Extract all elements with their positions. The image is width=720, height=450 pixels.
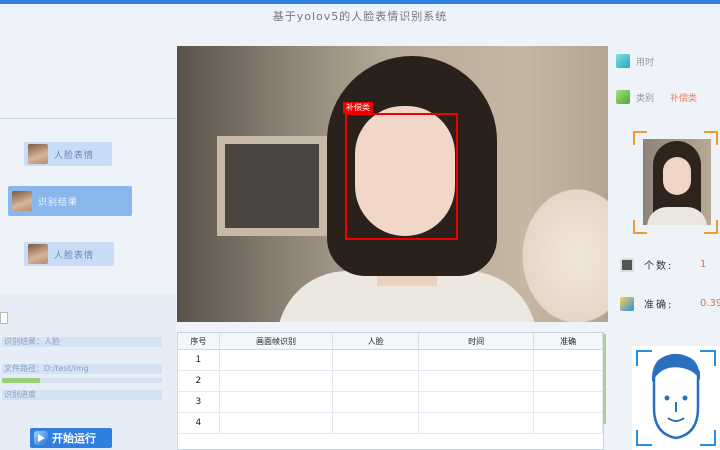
confidence-icon xyxy=(620,296,634,311)
clock-icon xyxy=(616,54,630,68)
app-title: 基于yolov5的人脸表情识别系统 xyxy=(272,10,448,23)
corner-mark xyxy=(700,430,716,446)
run-icon xyxy=(34,431,48,445)
table-cell xyxy=(220,350,334,370)
face-crop-preview xyxy=(633,131,718,234)
category-icon xyxy=(616,90,630,104)
table-cell xyxy=(534,392,603,412)
background-picture-frame xyxy=(217,136,327,236)
info-row-category: 类别 补偿类 xyxy=(616,90,697,104)
col-header[interactable]: 序号 xyxy=(178,333,220,349)
info-row-time: 用时 xyxy=(616,54,654,68)
confidence-label: 准确: xyxy=(644,300,674,311)
start-button[interactable]: 开始运行 xyxy=(30,428,112,448)
person-label: 人脸表情 xyxy=(54,250,95,261)
col-header[interactable]: 画面帧识别 xyxy=(220,333,334,349)
person-item-2[interactable]: 识别结果 xyxy=(8,186,132,216)
table-cell: 3 xyxy=(178,392,220,412)
face-id-panel xyxy=(632,346,720,450)
count-label: 个数: xyxy=(644,261,674,272)
table-cell xyxy=(534,371,603,391)
person-item-3[interactable]: 人脸表情 xyxy=(24,242,114,266)
info-label: 类别 xyxy=(636,93,655,104)
table-cell xyxy=(333,413,419,433)
table-row[interactable]: 1 xyxy=(178,350,603,371)
table-header: 序号 画面帧识别 人脸 时间 准确 xyxy=(178,333,603,350)
count-stat: 个数: 1 xyxy=(620,257,706,272)
table-cell xyxy=(220,371,334,391)
confidence-value: 0.39 xyxy=(700,298,720,309)
corner-mark xyxy=(636,350,652,366)
table-row[interactable]: 2 xyxy=(178,371,603,392)
col-header[interactable]: 人脸 xyxy=(333,333,419,349)
person-label: 人脸表情 xyxy=(54,150,95,161)
table-cell: 2 xyxy=(178,371,220,391)
video-frame: 补偿类 xyxy=(177,46,608,322)
table-cell xyxy=(419,413,535,433)
progress-bar xyxy=(2,378,162,383)
info-label: 用时 xyxy=(636,57,655,68)
table-cell xyxy=(333,350,419,370)
table-row[interactable]: 4 xyxy=(178,413,603,434)
count-value: 1 xyxy=(700,259,707,270)
table-cell: 1 xyxy=(178,350,220,370)
table-scrollbar[interactable] xyxy=(603,334,606,424)
table-cell xyxy=(333,392,419,412)
window-top-bar xyxy=(0,0,720,4)
left-divider xyxy=(0,118,176,119)
table-row[interactable]: 3 xyxy=(178,392,603,413)
info-line-1: 识别结果：人脸 xyxy=(2,337,162,347)
corner-mark xyxy=(700,350,716,366)
corner-mark xyxy=(636,430,652,446)
table-cell xyxy=(419,392,535,412)
person-label: 识别结果 xyxy=(38,197,79,208)
table-cell xyxy=(419,371,535,391)
col-header[interactable]: 时间 xyxy=(419,333,535,349)
table-cell xyxy=(534,413,603,433)
table-cell xyxy=(220,413,334,433)
info-line-3: 识别进度 xyxy=(2,390,162,400)
table-cell xyxy=(419,350,535,370)
info-line-2: 文件路径：D:/test/img xyxy=(2,364,162,374)
table-cell xyxy=(333,371,419,391)
detection-box xyxy=(345,113,458,240)
table-cell xyxy=(220,392,334,412)
table-cell xyxy=(534,350,603,370)
progress-fill xyxy=(2,378,41,383)
col-header[interactable]: 准确 xyxy=(534,333,603,349)
avatar xyxy=(28,144,48,164)
info-value: 补偿类 xyxy=(670,93,698,104)
count-icon xyxy=(620,257,634,272)
results-table: 序号 画面帧识别 人脸 时间 准确 1 2 3 4 xyxy=(177,332,604,450)
person-item-1[interactable]: 人脸表情 xyxy=(24,142,112,166)
table-cell: 4 xyxy=(178,413,220,433)
confidence-stat: 准确: 0.39 xyxy=(620,296,720,311)
avatar xyxy=(28,244,48,264)
start-button-label: 开始运行 xyxy=(52,432,96,445)
avatar xyxy=(12,191,32,211)
panel-handle[interactable] xyxy=(0,312,8,324)
cropped-face-image xyxy=(643,139,711,225)
